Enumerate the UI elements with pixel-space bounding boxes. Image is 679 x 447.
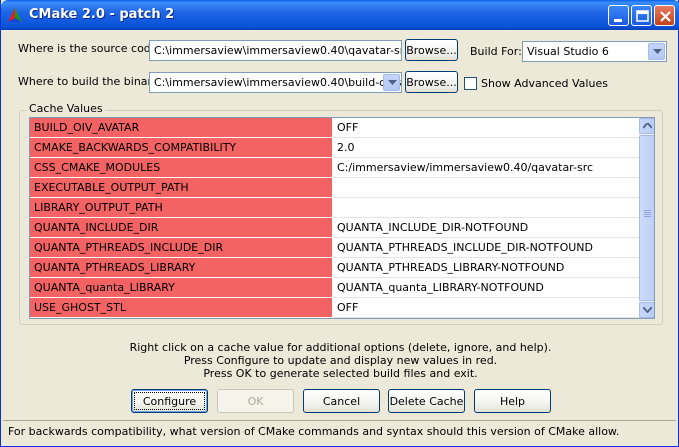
source-path-input[interactable]: C:\immersaview\immersaview0.40\qavatar-s…: [149, 40, 402, 61]
cache-entry-name[interactable]: USE_GHOST_STL: [30, 298, 332, 318]
table-row[interactable]: QUANTA_PTHREADS_LIBRARY QUANTA_PTHREADS_…: [30, 258, 639, 278]
cache-entry-value[interactable]: OFF: [333, 298, 639, 318]
cache-values-table[interactable]: BUILD_OIV_AVATAR OFF CMAKE_BACKWARDS_COM…: [29, 117, 655, 319]
cache-entry-value[interactable]: QUANTA_quanta_LIBRARY-NOTFOUND: [333, 278, 639, 298]
configure-button[interactable]: Configure: [131, 389, 208, 413]
build-for-select[interactable]: Visual Studio 6: [522, 41, 667, 62]
help-text-line-2: Press Configure to update and display ne…: [183, 354, 498, 367]
chevron-down-icon: [388, 80, 397, 85]
scroll-down-button[interactable]: [639, 302, 654, 318]
help-text-line-3: Press OK to generate selected build file…: [203, 367, 478, 380]
source-label: Where is the source code:: [18, 42, 162, 55]
help-text-line-1: Right click on a cache value for additio…: [129, 341, 552, 354]
cache-entry-value[interactable]: [333, 198, 639, 218]
cache-entry-name[interactable]: BUILD_OIV_AVATAR: [30, 118, 332, 138]
title-bar[interactable]: CMake 2.0 - patch 2: [1, 0, 679, 30]
chevron-down-icon: [653, 49, 662, 54]
cache-entry-value[interactable]: QUANTA_PTHREADS_LIBRARY-NOTFOUND: [333, 258, 639, 278]
cache-entry-name[interactable]: CMAKE_BACKWARDS_COMPATIBILITY: [30, 138, 332, 158]
cmake-triangle-icon[interactable]: [7, 7, 23, 23]
table-row[interactable]: EXECUTABLE_OUTPUT_PATH: [30, 178, 639, 198]
show-advanced-label[interactable]: Show Advanced Values: [481, 77, 608, 90]
cache-entry-name[interactable]: EXECUTABLE_OUTPUT_PATH: [30, 178, 332, 198]
table-row[interactable]: CMAKE_BACKWARDS_COMPATIBILITY 2.0: [30, 138, 639, 158]
close-icon: [660, 11, 671, 22]
cache-entry-name[interactable]: QUANTA_PTHREADS_INCLUDE_DIR: [30, 238, 332, 258]
binaries-browse-button[interactable]: Browse...: [405, 71, 458, 93]
cache-entry-name[interactable]: QUANTA_PTHREADS_LIBRARY: [30, 258, 332, 278]
close-button[interactable]: [654, 5, 675, 26]
source-browse-button[interactable]: Browse...: [405, 39, 458, 61]
maximize-icon: [636, 10, 649, 22]
cache-entry-value[interactable]: QUANTA_PTHREADS_INCLUDE_DIR-NOTFOUND: [333, 238, 639, 258]
vertical-scrollbar[interactable]: [639, 118, 654, 318]
table-row[interactable]: QUANTA_quanta_LIBRARY QUANTA_quanta_LIBR…: [30, 278, 639, 298]
scroll-up-button[interactable]: [639, 118, 654, 134]
binaries-path-value: C:\immersaview\immersaview0.40\build-qav…: [154, 76, 402, 89]
chevron-down-icon: [643, 307, 652, 313]
build-for-value: Visual Studio 6: [527, 45, 609, 58]
cache-entry-value[interactable]: OFF: [333, 118, 639, 138]
table-row[interactable]: CSS_CMAKE_MODULES C:/immersaview/immersa…: [30, 158, 639, 178]
table-row[interactable]: USE_GHOST_STL OFF: [30, 298, 639, 318]
ok-button[interactable]: OK: [217, 389, 294, 413]
cmake-window: CMake 2.0 - patch 2 Where is the source …: [0, 0, 679, 447]
chevron-up-icon: [643, 123, 652, 129]
minimize-button[interactable]: [608, 5, 629, 26]
show-advanced-checkbox[interactable]: [464, 77, 477, 90]
cache-entry-name[interactable]: LIBRARY_OUTPUT_PATH: [30, 198, 332, 218]
table-row[interactable]: QUANTA_PTHREADS_INCLUDE_DIR QUANTA_PTHRE…: [30, 238, 639, 258]
delete-cache-button[interactable]: Delete Cache: [388, 389, 465, 413]
scroll-thumb[interactable]: [639, 135, 654, 301]
cache-entry-value[interactable]: [333, 178, 639, 198]
maximize-button[interactable]: [631, 5, 652, 26]
cache-entry-name[interactable]: CSS_CMAKE_MODULES: [30, 158, 332, 178]
build-for-dropdown-button[interactable]: [648, 43, 665, 60]
binaries-dropdown-button[interactable]: [383, 74, 400, 91]
table-row[interactable]: LIBRARY_OUTPUT_PATH: [30, 198, 639, 218]
help-button[interactable]: Help: [474, 389, 551, 413]
minimize-icon: [614, 19, 622, 22]
cache-entry-value[interactable]: 2.0: [333, 138, 639, 158]
cache-entry-name[interactable]: QUANTA_INCLUDE_DIR: [30, 218, 332, 238]
build-for-label: Build For:: [470, 45, 522, 58]
table-row[interactable]: BUILD_OIV_AVATAR OFF: [30, 118, 639, 138]
cancel-button[interactable]: Cancel: [303, 389, 380, 413]
cache-entry-name[interactable]: QUANTA_quanta_LIBRARY: [30, 278, 332, 298]
status-bar: For backwards compatibility, what versio…: [3, 420, 676, 442]
cache-entry-value[interactable]: QUANTA_INCLUDE_DIR-NOTFOUND: [333, 218, 639, 238]
cache-entry-value[interactable]: C:/immersaview/immersaview0.40/qavatar-s…: [333, 158, 639, 178]
window-title: CMake 2.0 - patch 2: [29, 7, 175, 22]
table-row[interactable]: QUANTA_INCLUDE_DIR QUANTA_INCLUDE_DIR-NO…: [30, 218, 639, 238]
cache-values-title: Cache Values: [27, 102, 105, 115]
binaries-path-combo[interactable]: C:\immersaview\immersaview0.40\build-qav…: [149, 72, 402, 93]
